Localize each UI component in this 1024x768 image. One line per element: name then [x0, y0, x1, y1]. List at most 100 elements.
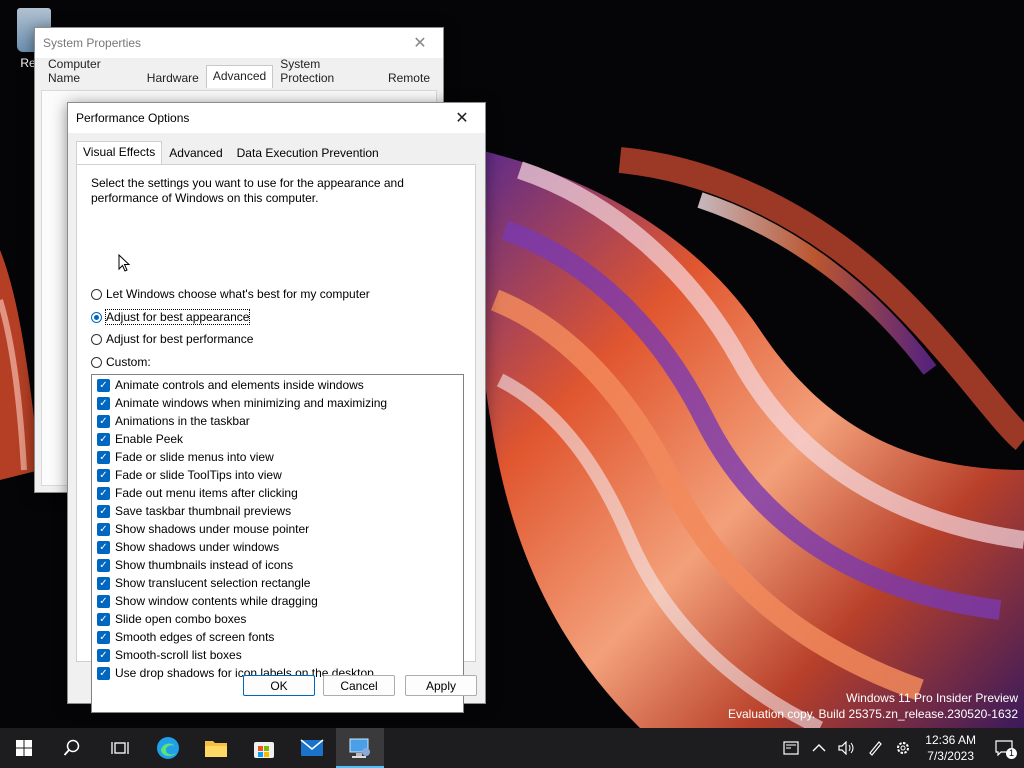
visual-effect-label: Animations in the taskbar: [115, 414, 250, 428]
visual-effect-item[interactable]: ✓ Animations in the taskbar: [92, 412, 463, 430]
system-properties-title: System Properties: [43, 36, 142, 50]
system-properties-tabs: Computer Name Hardware Advanced System P…: [35, 57, 443, 88]
news-widget-icon[interactable]: [777, 728, 805, 768]
cancel-button[interactable]: Cancel: [323, 675, 395, 696]
visual-effects-description: Select the settings you want to use for …: [91, 176, 404, 205]
tab-data-execution-prevention[interactable]: Data Execution Prevention: [230, 142, 386, 164]
notification-center-icon[interactable]: 1: [984, 728, 1024, 768]
tab-hardware[interactable]: Hardware: [140, 67, 206, 88]
visual-effect-label: Smooth edges of screen fonts: [115, 630, 275, 644]
visual-effect-item[interactable]: ✓ Smooth edges of screen fonts: [92, 628, 463, 646]
visual-effects-list[interactable]: ✓ Animate controls and elements inside wi…: [91, 374, 464, 713]
checkbox-checked-icon[interactable]: ✓: [97, 522, 110, 536]
visual-effect-label: Animate controls and elements inside win…: [115, 378, 364, 392]
checkbox-checked-icon[interactable]: ✓: [97, 504, 110, 518]
watermark-build: Evaluation copy. Build 25375.zn_release.…: [728, 707, 1018, 721]
visual-effect-item[interactable]: ✓ Fade or slide menus into view: [92, 448, 463, 466]
visual-effect-item[interactable]: ✓ Show window contents while dragging: [92, 592, 463, 610]
checkbox-checked-icon[interactable]: ✓: [97, 378, 110, 392]
radio-button[interactable]: [91, 356, 102, 368]
visual-effect-label: Fade out menu items after clicking: [115, 486, 298, 500]
visual-effect-item[interactable]: ✓ Save taskbar thumbnail previews: [92, 502, 463, 520]
edge-icon[interactable]: [144, 728, 192, 768]
visual-effect-label: Show shadows under mouse pointer: [115, 522, 310, 536]
checkbox-checked-icon[interactable]: ✓: [97, 648, 110, 662]
visual-effect-label: Slide open combo boxes: [115, 612, 247, 626]
visual-effect-label: Show window contents while dragging: [115, 594, 318, 608]
checkbox-checked-icon[interactable]: ✓: [97, 594, 110, 608]
checkbox-checked-icon[interactable]: ✓: [97, 558, 110, 572]
performance-options-tabs: Visual Effects Advanced Data Execution P…: [68, 133, 485, 165]
radio-button[interactable]: [91, 333, 102, 345]
visual-effect-item[interactable]: ✓ Slide open combo boxes: [92, 610, 463, 628]
checkbox-checked-icon[interactable]: ✓: [97, 396, 110, 410]
checkbox-checked-icon[interactable]: ✓: [97, 486, 110, 500]
task-view-icon[interactable]: [96, 728, 144, 768]
visual-effect-item[interactable]: ✓ Animate windows when minimizing and max…: [92, 394, 463, 412]
checkbox-checked-icon[interactable]: ✓: [97, 630, 110, 644]
file-explorer-icon[interactable]: [192, 728, 240, 768]
tab-system-protection[interactable]: System Protection: [273, 53, 381, 88]
store-icon[interactable]: [240, 728, 288, 768]
radio-button[interactable]: [91, 311, 102, 323]
checkbox-checked-icon[interactable]: ✓: [97, 540, 110, 554]
visual-effect-item[interactable]: ✓ Fade or slide ToolTips into view: [92, 466, 463, 484]
visual-effect-label: Smooth-scroll list boxes: [115, 648, 242, 662]
visual-effect-label: Animate windows when minimizing and maxi…: [115, 396, 388, 410]
apply-button[interactable]: Apply: [405, 675, 477, 696]
pen-icon[interactable]: [861, 728, 889, 768]
visual-effect-label: Fade or slide ToolTips into view: [115, 468, 282, 482]
radio-best-appearance[interactable]: Adjust for best appearance: [91, 309, 251, 325]
radio-custom[interactable]: Custom:: [91, 355, 151, 369]
visual-effect-item[interactable]: ✓ Smooth-scroll list boxes: [92, 646, 463, 664]
search-icon[interactable]: [48, 728, 96, 768]
radio-label: Custom:: [106, 355, 151, 369]
clock-date: 7/3/2023: [927, 749, 974, 763]
visual-effect-item[interactable]: ✓ Enable Peek: [92, 430, 463, 448]
checkbox-checked-icon[interactable]: ✓: [97, 468, 110, 482]
visual-effect-label: Enable Peek: [115, 432, 184, 446]
checkbox-checked-icon[interactable]: ✓: [97, 414, 110, 428]
radio-button[interactable]: [91, 288, 102, 300]
checkbox-checked-icon[interactable]: ✓: [97, 432, 110, 446]
visual-effect-item[interactable]: ✓ Fade out menu items after clicking: [92, 484, 463, 502]
taskbar: 12:36 AM 7/3/2023 1: [0, 728, 1024, 768]
settings-gear-icon[interactable]: [889, 728, 917, 768]
checkbox-checked-icon[interactable]: ✓: [97, 576, 110, 590]
clock-time: 12:36 AM: [925, 733, 976, 747]
checkbox-checked-icon[interactable]: ✓: [97, 612, 110, 626]
watermark-edition: Windows 11 Pro Insider Preview: [846, 691, 1018, 705]
performance-options-title: Performance Options: [76, 111, 190, 125]
visual-effect-item[interactable]: ✓ Show shadows under mouse pointer: [92, 520, 463, 538]
visual-effect-item[interactable]: ✓ Show translucent selection rectangle: [92, 574, 463, 592]
tab-computer-name[interactable]: Computer Name: [41, 53, 140, 88]
ok-button[interactable]: OK: [243, 675, 315, 696]
visual-effect-item[interactable]: ✓ Show shadows under windows: [92, 538, 463, 556]
system-properties-icon[interactable]: [336, 728, 384, 768]
radio-label: Adjust for best performance: [106, 332, 254, 346]
notification-count: 1: [1005, 748, 1017, 759]
start-icon[interactable]: [0, 728, 48, 768]
system-tray: 12:36 AM 7/3/2023 1: [777, 728, 1024, 768]
performance-options-close-icon[interactable]: ✕: [439, 103, 485, 133]
radio-let-windows-choose[interactable]: Let Windows choose what's best for my co…: [91, 287, 370, 301]
tab-advanced[interactable]: Advanced: [162, 142, 229, 164]
performance-options-titlebar[interactable]: Performance Options ✕: [68, 103, 485, 133]
checkbox-checked-icon[interactable]: ✓: [97, 450, 110, 464]
visual-effect-item[interactable]: ✓ Animate controls and elements inside wi…: [92, 376, 463, 394]
tab-visual-effects[interactable]: Visual Effects: [76, 141, 163, 165]
tab-remote[interactable]: Remote: [381, 67, 437, 88]
tab-advanced[interactable]: Advanced: [205, 65, 274, 88]
volume-icon[interactable]: [833, 728, 861, 768]
radio-best-performance[interactable]: Adjust for best performance: [91, 332, 253, 346]
visual-effect-label: Fade or slide menus into view: [115, 450, 274, 464]
chevron-up-icon[interactable]: [805, 728, 833, 768]
visual-effect-item[interactable]: ✓ Show thumbnails instead of icons: [92, 556, 463, 574]
visual-effect-label: Show thumbnails instead of icons: [115, 558, 294, 572]
system-properties-close-icon[interactable]: ✕: [397, 28, 443, 58]
visual-effect-label: Show translucent selection rectangle: [115, 576, 311, 590]
mail-icon[interactable]: [288, 728, 336, 768]
performance-options-window[interactable]: Performance Options ✕ Visual Effects Adv…: [67, 102, 486, 713]
taskbar-clock[interactable]: 12:36 AM 7/3/2023: [917, 732, 984, 764]
checkbox-checked-icon[interactable]: ✓: [97, 666, 110, 680]
